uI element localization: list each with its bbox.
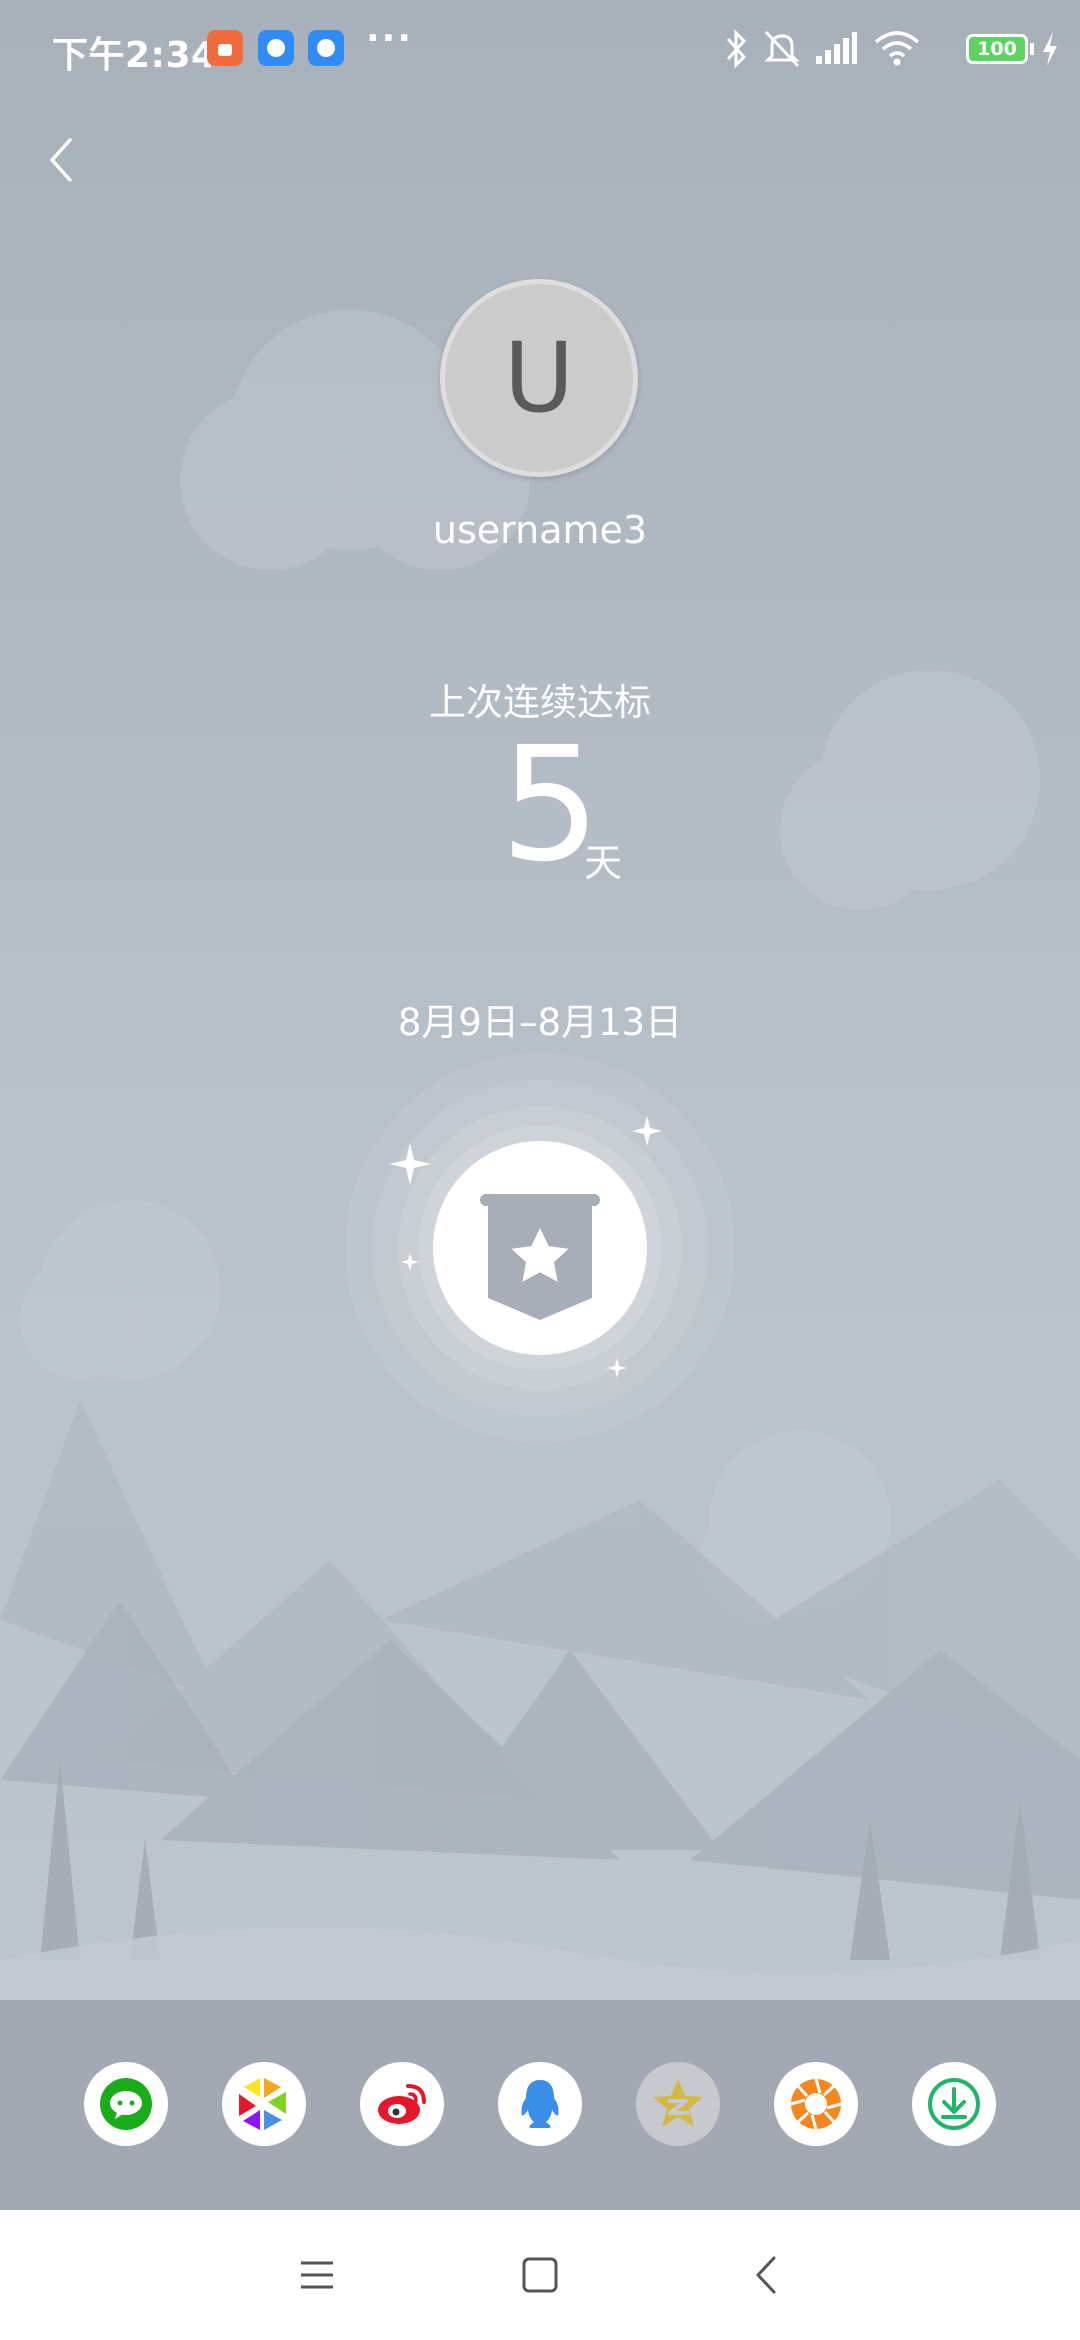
back-button[interactable] bbox=[36, 126, 88, 194]
streak-unit: 天 bbox=[584, 841, 623, 885]
share-moments-button[interactable] bbox=[222, 2062, 306, 2146]
battery-icon: 100 bbox=[966, 34, 1028, 64]
star-banner-badge-icon bbox=[480, 1194, 600, 1320]
charging-icon bbox=[1043, 32, 1057, 66]
share-qzone-button[interactable] bbox=[636, 2062, 720, 2146]
moments-icon bbox=[239, 2078, 286, 2130]
share-card: 下午2:34 ··· 100 U username3 上次连续达标 5 天 8月… bbox=[0, 0, 1080, 2000]
home-icon[interactable] bbox=[510, 2250, 570, 2300]
avatar: U bbox=[440, 279, 638, 477]
bluetooth-icon bbox=[726, 29, 747, 69]
streak-badge bbox=[345, 1053, 735, 1443]
qzone-icon bbox=[653, 2079, 703, 2127]
chat-app-icon bbox=[308, 30, 344, 66]
aperture-icon bbox=[790, 2078, 842, 2130]
battery-level: 100 bbox=[977, 38, 1017, 60]
wifi-icon bbox=[874, 31, 920, 66]
weibo-icon bbox=[378, 2084, 426, 2124]
signal-icon bbox=[816, 32, 857, 64]
date-range: 8月9日–8月13日 bbox=[397, 1001, 683, 1044]
download-icon bbox=[928, 2078, 980, 2130]
mute-icon bbox=[764, 30, 800, 68]
username: username3 bbox=[432, 508, 648, 552]
download-button[interactable] bbox=[912, 2062, 996, 2146]
chat-app-icon bbox=[258, 30, 294, 66]
more-notifications-icon: ··· bbox=[366, 18, 414, 59]
system-nav-bar bbox=[0, 2210, 1080, 2340]
qq-icon bbox=[521, 2080, 559, 2128]
status-bar: 下午2:34 ··· 100 bbox=[0, 0, 1080, 96]
avatar-letter: U bbox=[503, 322, 575, 434]
share-bar bbox=[0, 2000, 1080, 2210]
share-weibo-button[interactable] bbox=[360, 2062, 444, 2146]
shopping-app-icon bbox=[207, 30, 243, 66]
status-time: 下午2:34 bbox=[52, 35, 217, 76]
menu-icon[interactable] bbox=[287, 2250, 347, 2300]
wechat-icon bbox=[100, 2078, 152, 2130]
share-camera-button[interactable] bbox=[774, 2062, 858, 2146]
battery-tip bbox=[1030, 43, 1034, 55]
share-wechat-button[interactable] bbox=[84, 2062, 168, 2146]
share-qq-button[interactable] bbox=[498, 2062, 582, 2146]
back-icon[interactable] bbox=[738, 2250, 798, 2300]
